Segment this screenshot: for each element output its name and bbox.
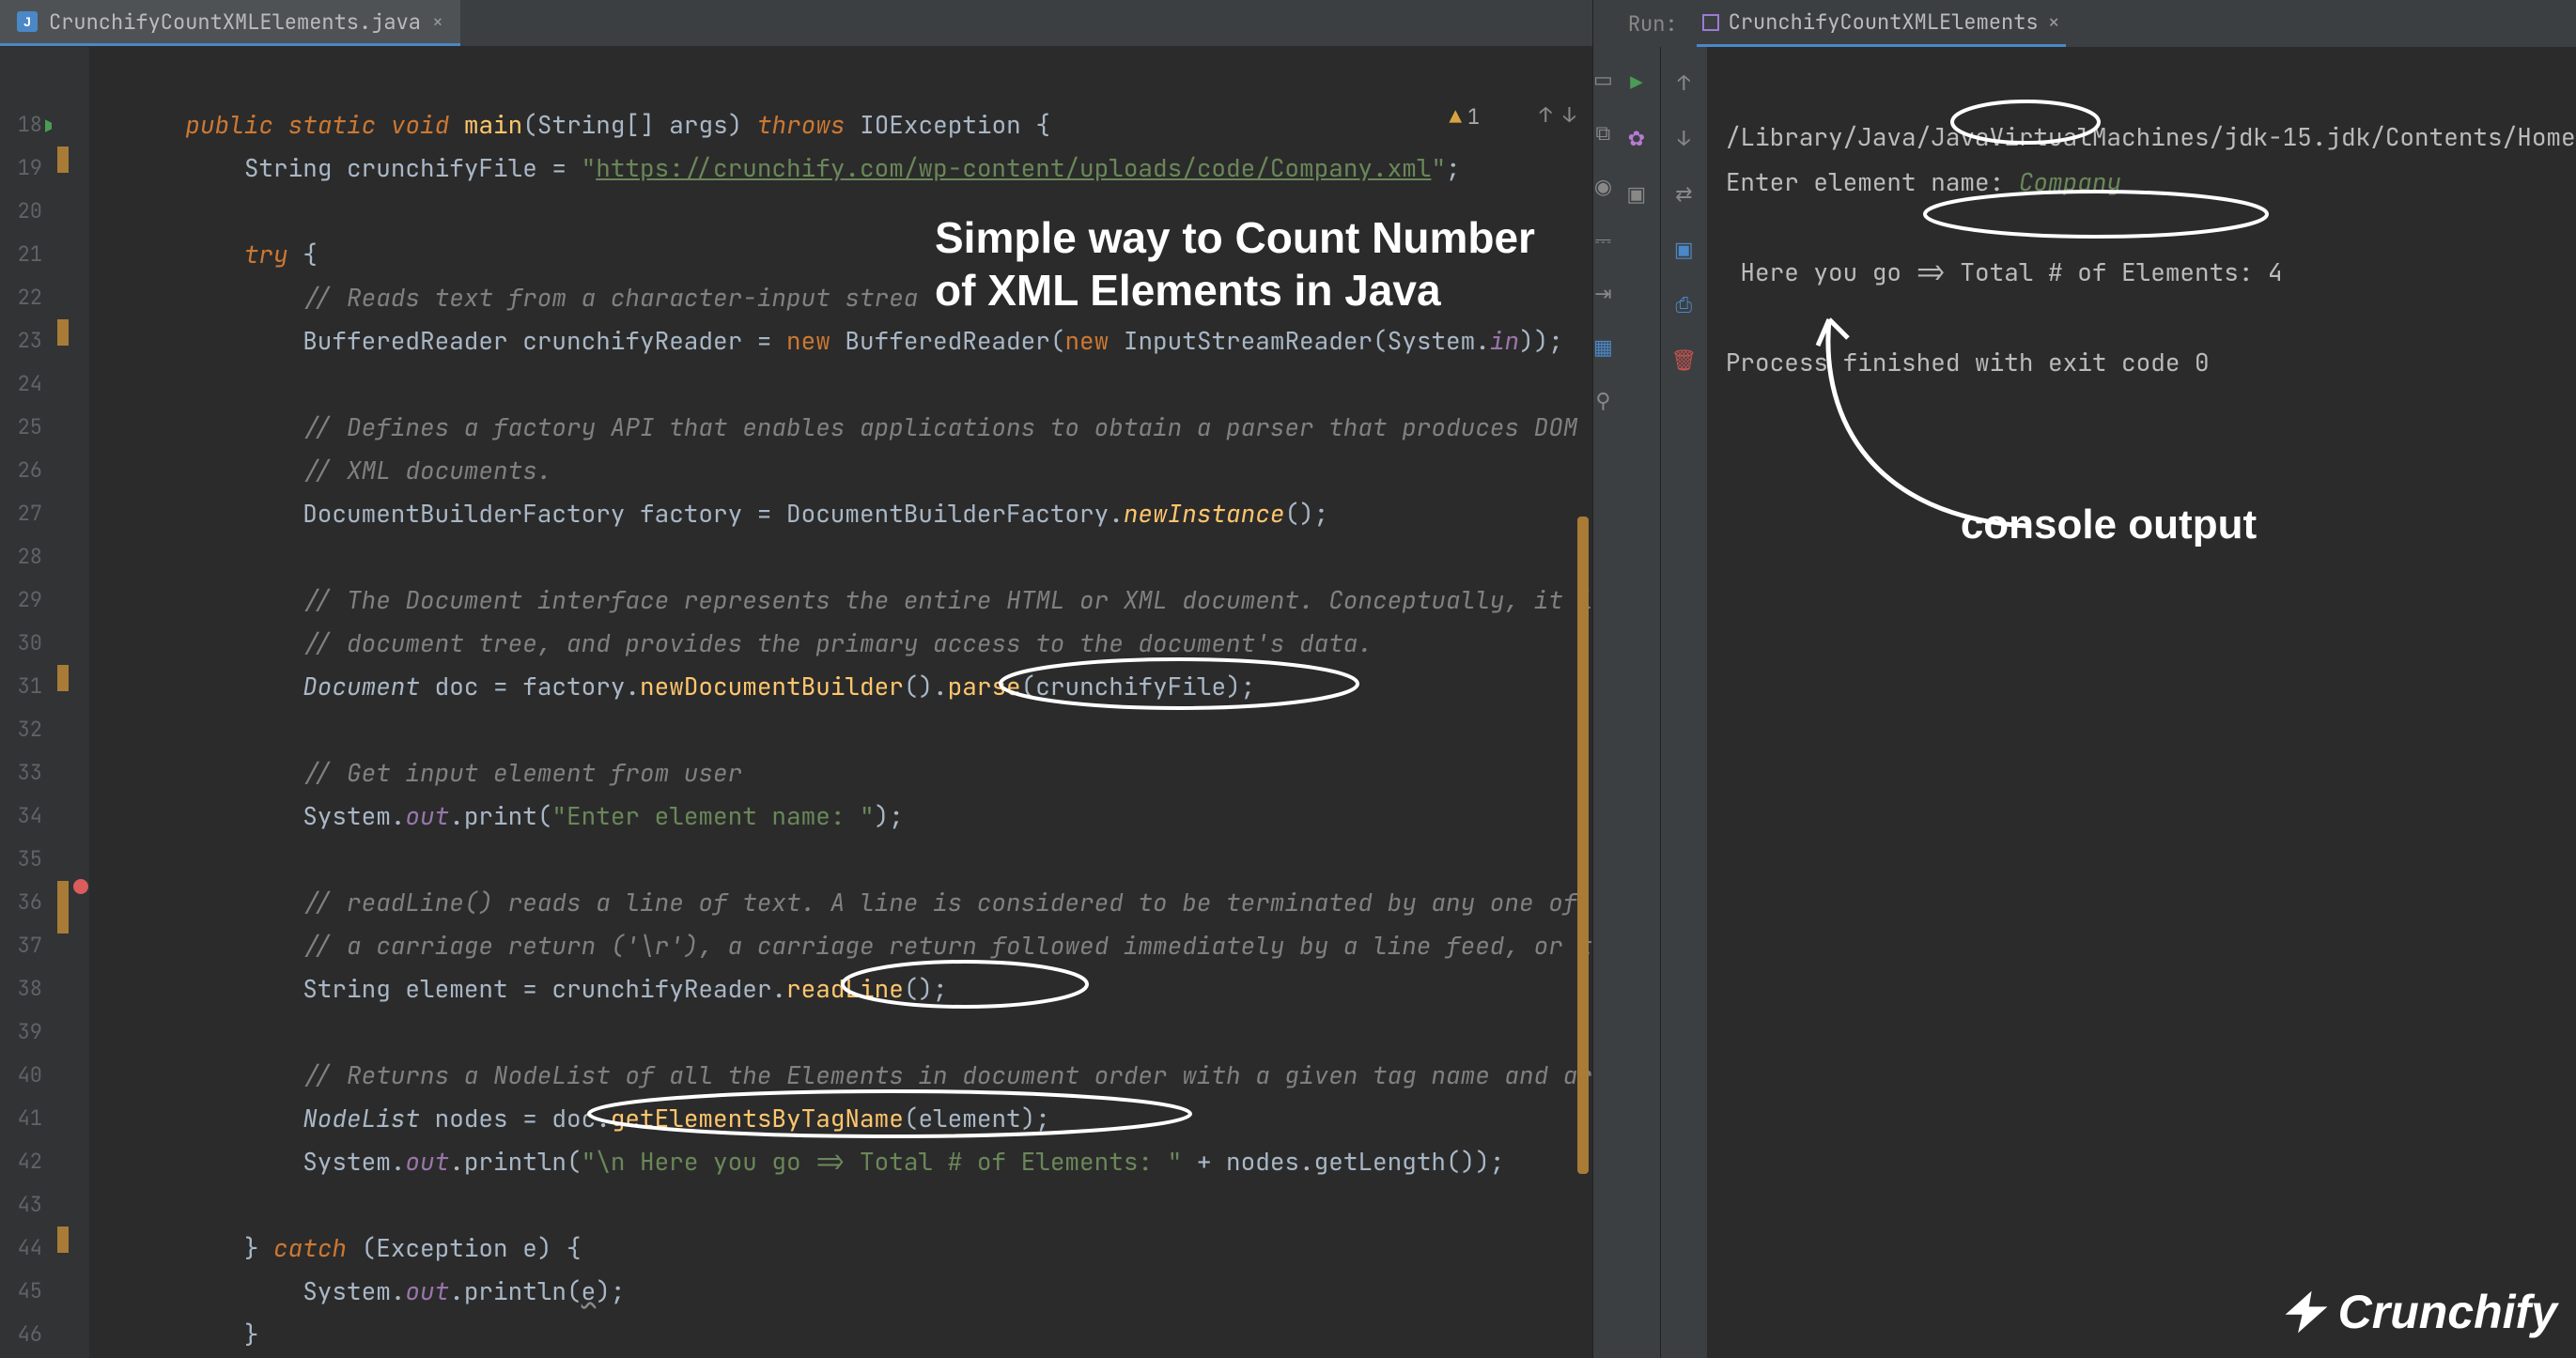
warning-icon: ▲ <box>1450 103 1462 131</box>
close-tab-icon[interactable]: × <box>432 9 443 34</box>
rerun-icon[interactable]: ▶ <box>1630 69 1642 97</box>
problem-nav-arrows[interactable]: ↑ ↓ <box>1540 101 1575 129</box>
plug-icon[interactable]: ⎓ <box>1595 226 1612 254</box>
warning-count: 1 <box>1467 103 1480 131</box>
run-config-name: CrunchifyCountXMLElements <box>1729 8 2039 36</box>
console-result: Here you go => Total # of Elements: 4 <box>1726 255 2283 288</box>
file-tab[interactable]: J CrunchifyCountXMLElements.java × <box>0 0 460 46</box>
close-run-tab-icon[interactable]: × <box>2048 8 2060 36</box>
editor-pane: J CrunchifyCountXMLElements.java × 18192… <box>0 0 1592 1358</box>
next-problem-icon[interactable]: ↓ <box>1563 101 1575 129</box>
down-icon[interactable]: ↓ <box>1678 125 1690 152</box>
change-marks-gutter <box>52 47 89 1358</box>
clear-icon[interactable]: 🗑 <box>1670 347 1697 374</box>
java-file-icon: J <box>17 11 38 32</box>
problems-badge[interactable]: ▲ 1 <box>1450 103 1480 131</box>
bookmark-icon[interactable]: ▭ <box>1593 66 1613 93</box>
code-text-area[interactable]: public static void main(String[] args) t… <box>89 47 1592 1358</box>
pin-icon[interactable]: ⚲ <box>1595 387 1610 414</box>
editor-scrollbar[interactable] <box>1577 517 1589 1174</box>
prev-problem-icon[interactable]: ↑ <box>1540 101 1552 129</box>
copy-icon[interactable]: ⧉ <box>1596 119 1611 147</box>
annotation-console-label: console output <box>1961 502 2257 548</box>
run-config-tab[interactable]: CrunchifyCountXMLElements × <box>1697 0 2066 47</box>
run-toolbar-right: ↑ ↓ ⇄ ▣ ⎙ 🗑 <box>1660 47 1707 1358</box>
stop-icon[interactable]: ▣ <box>1626 180 1646 208</box>
run-label: Run: <box>1628 10 1678 38</box>
annotation-title: Simple way to Count Number of XML Elemen… <box>935 211 1535 316</box>
scroll-icon[interactable]: ▣ <box>1674 236 1694 263</box>
console-exit: Process finished with exit code 0 <box>1726 346 2210 378</box>
run-header: Run: CrunchifyCountXMLElements × ⋮ <box>1613 0 2576 47</box>
line-number-gutter: 18192021 22232425 26272829 30313233 3435… <box>0 47 52 1358</box>
print-icon[interactable]: ⎙ <box>1676 291 1693 318</box>
console-user-input: Company <box>2019 165 2121 198</box>
crunchify-logo: Crunchify <box>2280 1285 2557 1339</box>
console-body: ▶ ✿ ▣ ↑ ↓ ⇄ ▣ ⎙ 🗑 /Library/Java/JavaVirt… <box>1613 47 2576 1358</box>
wrap-icon[interactable]: ⇄ <box>1675 180 1692 208</box>
camera-icon[interactable]: ◉ <box>1594 173 1612 200</box>
run-toolbar-left: ▶ ✿ ▣ <box>1613 47 1660 1358</box>
up-icon[interactable]: ↑ <box>1678 69 1690 97</box>
export-icon[interactable]: ⇥ <box>1594 280 1611 307</box>
editor-body: 18192021 22232425 26272829 30313233 3435… <box>0 47 1592 1358</box>
run-pane: Run: CrunchifyCountXMLElements × ⋮ ▶ ✿ ▣… <box>1613 0 2576 1358</box>
file-tab-label: CrunchifyCountXMLElements.java <box>49 8 421 36</box>
console-jvm-path: /Library/Java/JavaVirtualMachines/jdk-15… <box>1726 120 2576 153</box>
run-config-icon <box>1702 14 1719 31</box>
settings-icon[interactable]: ✿ <box>1628 125 1645 152</box>
console-prompt: Enter element name: <box>1726 165 2019 198</box>
breakpoint-icon[interactable] <box>73 879 88 894</box>
editor-tab-bar: J CrunchifyCountXMLElements.java × <box>0 0 1592 47</box>
split-icon[interactable]: ▦ <box>1593 333 1613 361</box>
console-output[interactable]: /Library/Java/JavaVirtualMachines/jdk-15… <box>1707 47 2576 1358</box>
editor-side-toolbar: ▭ ⧉ ◉ ⎓ ⇥ ▦ ⚲ <box>1592 0 1613 1358</box>
